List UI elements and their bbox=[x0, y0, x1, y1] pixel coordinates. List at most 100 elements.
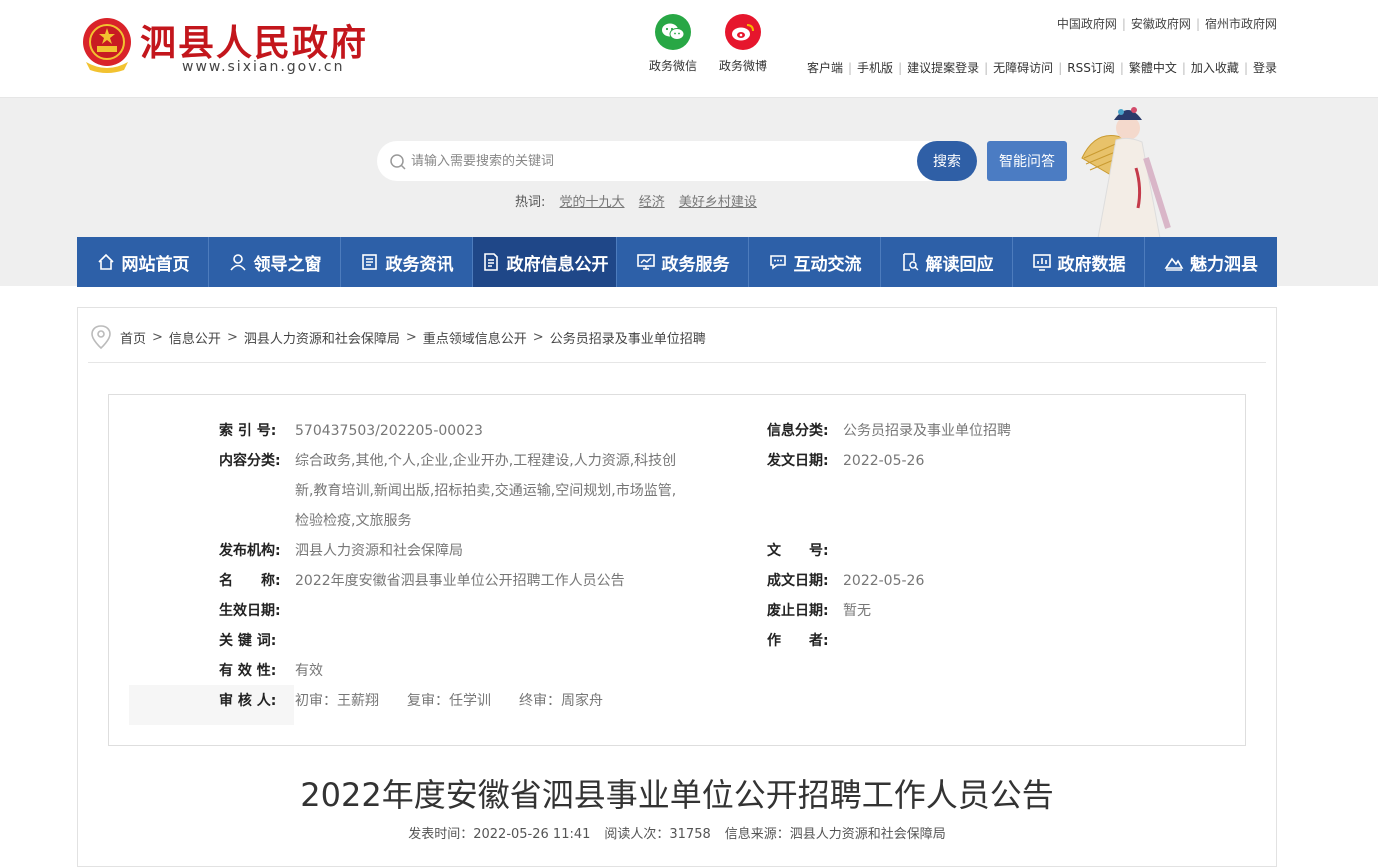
weibo-link[interactable]: 政务微博 bbox=[713, 14, 773, 74]
search-button[interactable]: 搜索 bbox=[917, 141, 977, 181]
meta-label: 成文日期: bbox=[767, 573, 829, 589]
meta-label: 索 引 号: bbox=[219, 423, 277, 439]
wechat-label: 政务微信 bbox=[648, 59, 697, 73]
meta-content-type: 内容分类: 综合政务,其他,个人,企业,企业开办,工程建设,人力资源,科技创新,教… bbox=[219, 446, 681, 536]
breadcrumb: 首页 > 信息公开 > 泗县人力资源和社会保障局 > 重点领域信息公开 > 公务… bbox=[90, 324, 706, 350]
publish-time: 发表时间：2022-05-26 11:41 bbox=[408, 827, 591, 842]
search-doc-icon bbox=[902, 253, 919, 271]
search-input[interactable] bbox=[411, 148, 911, 174]
link-favorite[interactable]: 加入收藏 bbox=[1191, 61, 1239, 75]
meta-label: 发布机构: bbox=[219, 543, 281, 559]
breadcrumb-key-areas[interactable]: 重点领域信息公开 bbox=[423, 328, 527, 347]
site-logo[interactable]: 泗县人民政府 www.sixian.gov.cn bbox=[78, 12, 408, 82]
breadcrumb-separator: > bbox=[405, 329, 417, 345]
hot-word[interactable]: 美好乡村建设 bbox=[679, 195, 757, 210]
hot-words-label: 热词: bbox=[515, 195, 546, 210]
nav-label: 领导之窗 bbox=[253, 254, 322, 275]
link-mobile[interactable]: 手机版 bbox=[857, 61, 893, 75]
divider: | bbox=[1121, 17, 1126, 31]
meta-category: 信息分类: 公务员招录及事业单位招聘 bbox=[767, 416, 1011, 446]
weibo-label: 政务微博 bbox=[718, 59, 767, 73]
breadcrumb-bureau[interactable]: 泗县人力资源和社会保障局 bbox=[244, 328, 400, 347]
nav-gov-info[interactable]: 政府信息公开 bbox=[473, 237, 617, 287]
meta-value: 综合政务,其他,个人,企业,企业开办,工程建设,人力资源,科技创新,教育培训,新… bbox=[295, 453, 677, 529]
location-pin-icon bbox=[91, 325, 111, 350]
nav-leaders[interactable]: 领导之窗 bbox=[209, 237, 341, 287]
breadcrumb-recruitment[interactable]: 公务员招录及事业单位招聘 bbox=[550, 328, 706, 347]
opera-figure-image bbox=[1081, 107, 1171, 238]
divider: | bbox=[984, 61, 989, 75]
meta-label: 名 称: bbox=[219, 573, 281, 589]
meta-value: 有效 bbox=[295, 663, 323, 679]
link-suzhou-gov[interactable]: 宿州市政府网 bbox=[1205, 17, 1277, 31]
meta-label: 废止日期: bbox=[767, 603, 829, 619]
ai-qa-button[interactable]: 智能问答 bbox=[987, 141, 1067, 181]
info-metadata-table: 索 引 号: 570437503/202205-00023 信息分类: 公务员招录及… bbox=[108, 394, 1246, 746]
breadcrumb-separator: > bbox=[152, 329, 163, 345]
meta-label: 关 键 词: bbox=[219, 633, 277, 649]
breadcrumb-separator: > bbox=[532, 329, 544, 345]
meta-value: 570437503/202205-00023 bbox=[295, 423, 483, 439]
meta-author: 作 者: bbox=[767, 626, 843, 656]
meta-label: 生效日期: bbox=[219, 603, 281, 619]
nav-services[interactable]: 政务服务 bbox=[617, 237, 749, 287]
meta-effective-date: 生效日期: bbox=[219, 596, 295, 626]
meta-label: 有 效 性: bbox=[219, 663, 277, 679]
meta-label: 作 者: bbox=[767, 633, 829, 649]
meta-keywords: 关 键 词: bbox=[219, 626, 295, 656]
link-proposal-login[interactable]: 建议提案登录 bbox=[907, 61, 979, 75]
link-anhui-gov[interactable]: 安徽政府网 bbox=[1131, 17, 1191, 31]
info-source: 信息来源：泗县人力资源和社会保障局 bbox=[724, 827, 946, 842]
nav-label: 解读回应 bbox=[925, 254, 994, 275]
nav-label: 魅力泗县 bbox=[1190, 254, 1258, 275]
site-domain: www.sixian.gov.cn bbox=[182, 59, 345, 75]
breadcrumb-info-open[interactable]: 信息公开 bbox=[169, 328, 221, 347]
search-icon bbox=[390, 154, 406, 170]
top-links: 中国政府网 | 安徽政府网 | 宿州市政府网 bbox=[1057, 15, 1277, 32]
meta-name: 名 称: 2022年度安徽省泗县事业单位公开招聘工作人员公告 bbox=[219, 566, 625, 596]
link-traditional[interactable]: 繁體中文 bbox=[1129, 61, 1177, 75]
nav-charm[interactable]: 魅力泗县 bbox=[1145, 237, 1277, 287]
news-icon bbox=[361, 254, 377, 270]
nav-data[interactable]: 政府数据 bbox=[1013, 237, 1145, 287]
link-rss[interactable]: RSS订阅 bbox=[1067, 61, 1115, 75]
divider bbox=[88, 362, 1266, 363]
link-login[interactable]: 登录 bbox=[1253, 61, 1277, 75]
meta-abolish-date: 废止日期: 暂无 bbox=[767, 596, 871, 626]
meta-value: 2022-05-26 bbox=[843, 573, 925, 589]
document-icon bbox=[483, 253, 498, 271]
hot-word[interactable]: 经济 bbox=[639, 195, 665, 210]
divider: | bbox=[898, 61, 903, 75]
read-count: 阅读人次：31758 bbox=[604, 827, 711, 842]
site-header: 泗县人民政府 www.sixian.gov.cn 政务微信 政务微博 中国政府网… bbox=[0, 0, 1378, 98]
nav-label: 网站首页 bbox=[121, 254, 190, 275]
nav-news[interactable]: 政务资讯 bbox=[341, 237, 473, 287]
wechat-link[interactable]: 政务微信 bbox=[643, 14, 703, 74]
nav-label: 政务服务 bbox=[661, 254, 730, 275]
article-title: 2022年度安徽省泗县事业单位公开招聘工作人员公告 bbox=[300, 776, 1054, 814]
meta-label: 审 核 人: bbox=[219, 693, 277, 709]
nav-label: 政府数据 bbox=[1057, 254, 1126, 275]
nav-interpretation[interactable]: 解读回应 bbox=[881, 237, 1013, 287]
breadcrumb-home[interactable]: 首页 bbox=[120, 328, 146, 347]
meta-label: 发文日期: bbox=[767, 453, 829, 469]
nav-home[interactable]: 网站首页 bbox=[77, 237, 209, 287]
nav-label: 政务资讯 bbox=[385, 254, 454, 275]
article-meta: 发表时间：2022-05-26 11:41 阅读人次：31758 信息来源：泗县人力… bbox=[78, 823, 1276, 842]
divider: | bbox=[1243, 61, 1248, 75]
hot-word[interactable]: 党的十九大 bbox=[560, 195, 625, 210]
meta-reviewer: 审 核 人: 初审：王薪翔 复审：任学训 终审：周家舟 bbox=[219, 686, 603, 716]
meta-label: 信息分类: bbox=[767, 423, 829, 439]
wechat-icon bbox=[655, 14, 691, 50]
meta-value: 初审：王薪翔 复审：任学训 终审：周家舟 bbox=[295, 693, 603, 709]
nav-interaction[interactable]: 互动交流 bbox=[749, 237, 881, 287]
link-client[interactable]: 客户端 bbox=[807, 61, 843, 75]
meta-value: 暂无 bbox=[843, 603, 871, 619]
link-accessibility[interactable]: 无障碍访问 bbox=[993, 61, 1053, 75]
meta-index: 索 引 号: 570437503/202205-00023 bbox=[219, 416, 483, 446]
hot-words: 热词: 党的十九大 经济 美好乡村建设 bbox=[515, 191, 757, 210]
divider: | bbox=[1181, 61, 1186, 75]
link-gov-cn[interactable]: 中国政府网 bbox=[1057, 17, 1117, 31]
divider: | bbox=[848, 61, 853, 75]
nav-label: 政府信息公开 bbox=[506, 254, 609, 275]
